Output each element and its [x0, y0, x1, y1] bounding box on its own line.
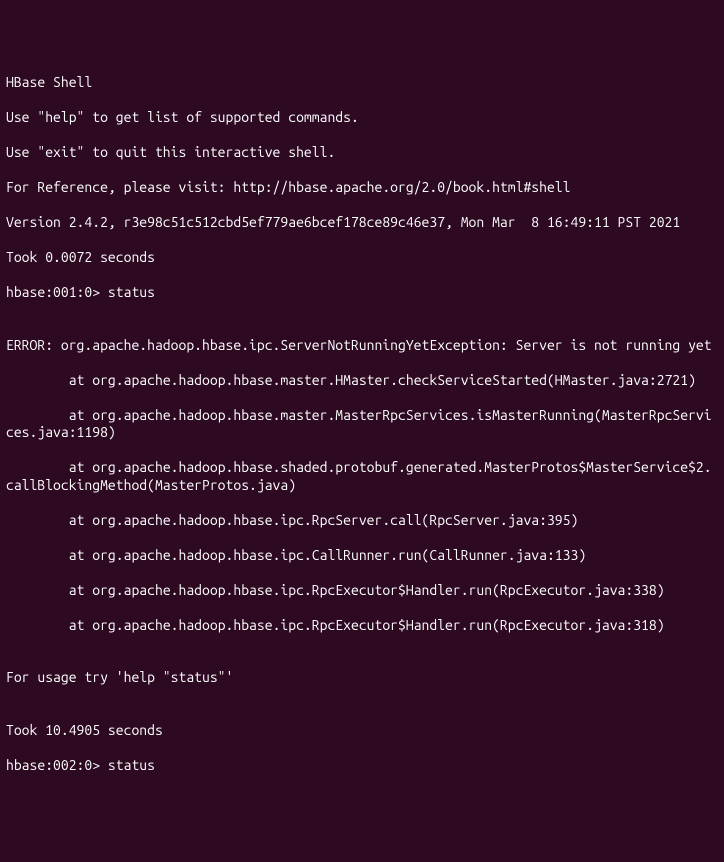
help-line: Use "help" to get list of supported comm… — [6, 109, 718, 127]
prompt-1: hbase:001:0> — [6, 284, 100, 300]
stack-trace-line: at org.apache.hadoop.hbase.shaded.protob… — [6, 459, 718, 494]
usage-hint: For usage try 'help "status"' — [6, 669, 718, 687]
took-line-init: Took 0.0072 seconds — [6, 249, 718, 267]
stack-trace-line: at org.apache.hadoop.hbase.ipc.RpcServer… — [6, 512, 718, 530]
prompt-line-2[interactable]: hbase:002:0> status — [6, 757, 718, 775]
reference-line: For Reference, please visit: http://hbas… — [6, 179, 718, 197]
took-line-cmd: Took 10.4905 seconds — [6, 722, 718, 740]
prompt-line-1[interactable]: hbase:001:0> status — [6, 284, 718, 302]
version-line: Version 2.4.2, r3e98c51c512cbd5ef779ae6b… — [6, 214, 718, 232]
stack-trace-line: at org.apache.hadoop.hbase.ipc.CallRunne… — [6, 547, 718, 565]
stack-trace-line: at org.apache.hadoop.hbase.ipc.RpcExecut… — [6, 617, 718, 635]
command-1: status — [100, 284, 155, 300]
exit-line: Use "exit" to quit this interactive shel… — [6, 144, 718, 162]
prompt-2: hbase:002:0> — [6, 757, 100, 773]
shell-title: HBase Shell — [6, 74, 718, 92]
stack-trace-line: at org.apache.hadoop.hbase.master.Master… — [6, 407, 718, 442]
stack-trace-line: at org.apache.hadoop.hbase.master.HMaste… — [6, 372, 718, 390]
error-head: ERROR: org.apache.hadoop.hbase.ipc.Serve… — [6, 337, 718, 355]
command-2: status — [100, 757, 155, 773]
stack-trace-line: at org.apache.hadoop.hbase.ipc.RpcExecut… — [6, 582, 718, 600]
